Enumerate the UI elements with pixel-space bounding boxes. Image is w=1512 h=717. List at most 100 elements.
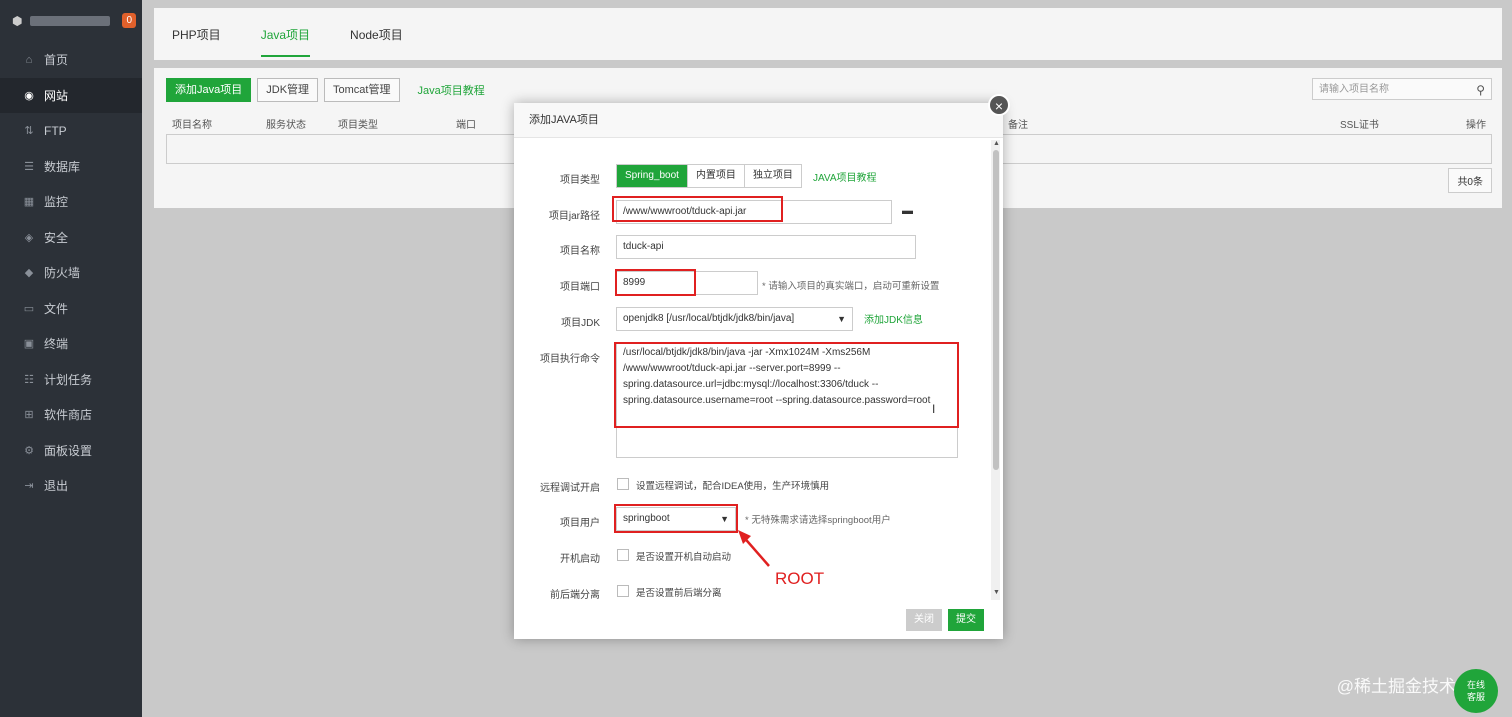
user-hint: * 无特殊需求请选择springboot用户 [745,515,891,526]
sidebar-item-globe[interactable]: ◉ 网站 [0,77,142,113]
sidebar-item-label: 监控 [44,195,69,210]
toolbar: 添加Java项目 JDK管理 Tomcat管理 Java项目教程 [166,78,485,102]
col-name: 项目名称 [172,120,212,131]
java-tutorial-link[interactable]: Java项目教程 [418,82,485,98]
folder-icon[interactable]: ▬ [902,205,913,217]
project-jdk-label: 项目JDK [561,318,600,329]
type-standalone-option[interactable]: 独立项目 [745,165,801,187]
project-port-label: 项目端口 [560,282,600,293]
remote-debug-text: 设置远程调试，配合IDEA使用，生产环境慎用 [636,481,830,492]
sidebar-item-monitor[interactable]: ▦ 监控 [0,184,142,220]
search-input[interactable]: 请输入项目名称 ⚲ [1312,78,1492,100]
sidebar-item-firewall[interactable]: ◆ 防火墙 [0,255,142,291]
annotation-arrow [738,530,770,567]
col-ssl: SSL证书 [1340,120,1379,131]
project-name-input[interactable]: tduck-api [616,235,916,259]
online-support-button[interactable]: 在线 客服 [1454,669,1498,713]
tab-java[interactable]: Java项目 [260,26,311,57]
java-project-tutorial-link[interactable]: JAVA项目教程 [813,169,877,184]
globe-icon: ◉ [24,89,34,102]
sidebar-header: ⬢ 0 [0,0,142,42]
home-icon: ⌂ [25,53,33,66]
server-hostname-blurred [30,16,111,26]
col-status: 服务状态 [266,120,306,131]
sidebar-item-database[interactable]: ☰ 数据库 [0,149,142,185]
auto-start-label: 开机启动 [560,554,600,565]
notification-badge[interactable]: 0 [122,13,136,28]
sidebar-item-label: 面板设置 [44,443,93,458]
command-label: 项目执行命令 [540,354,600,365]
tab-node[interactable]: Node项目 [350,26,403,43]
annotation-box-command [614,342,959,428]
text-cursor-icon: I [932,402,936,416]
close-icon[interactable]: × [988,94,1010,116]
sidebar-item-terminal[interactable]: ▣ 终端 [0,326,142,362]
task-icon: ☷ [24,373,34,386]
database-icon: ☰ [24,160,34,173]
jdk-select[interactable]: openjdk8 [/usr/local/btjdk/jdk8/bin/java… [616,307,853,331]
add-jdk-link[interactable]: 添加JDK信息 [864,311,923,326]
store-icon: ⊞ [24,409,34,422]
annotation-box-jar [612,196,783,222]
col-type: 项目类型 [338,120,378,131]
type-springboot-option[interactable]: Spring_boot [617,165,688,187]
support-line-2: 客服 [1466,692,1485,702]
firewall-icon: ◆ [24,267,34,280]
jdk-select-value: openjdk8 [/usr/local/btjdk/jdk8/bin/java… [623,313,795,324]
scroll-down-icon[interactable]: ▼ [993,589,1000,596]
annotation-box-user [614,504,738,533]
tomcat-manage-button[interactable]: Tomcat管理 [324,78,400,102]
auto-start-text: 是否设置开机自动启动 [636,552,732,563]
sidebar-item-shield[interactable]: ◈ 安全 [0,220,142,256]
jar-path-label: 项目jar路径 [548,211,600,222]
dialog-title: 添加JAVA项目 [514,103,1003,138]
sidebar-item-label: 退出 [44,479,69,494]
sidebar-item-task[interactable]: ☷ 计划任务 [0,362,142,398]
scroll-up-icon[interactable]: ▲ [993,140,1000,147]
terminal-icon: ▣ [23,338,35,351]
monitor-icon: ▦ [23,196,35,209]
sidebar-item-folder[interactable]: ▭ 文件 [0,291,142,327]
sidebar-item-store[interactable]: ⊞ 软件商店 [0,397,142,433]
annotation-box-port [615,269,696,296]
annotation-root-label: ROOT [775,569,825,588]
logout-icon: ⇥ [24,480,34,493]
sidebar-item-label: 首页 [44,53,69,68]
folder-icon: ▭ [23,302,35,315]
close-button[interactable]: 关闭 [906,609,942,631]
col-port: 端口 [456,120,476,131]
project-tabs: PHP项目 Java项目 Node项目 [154,8,1502,60]
sidebar: ⬢ 0 ⌂ 首页 ◉ 网站 ⇅ FTP ☰ 数据库 ▦ 监控 ◈ 安全 ◆ 防火墙 ▭ 文件 ▣ 终端 ☷ 计划任务 ⊞… [0,0,142,717]
project-type-label: 项目类型 [560,175,600,186]
support-line-1: 在线 [1466,680,1485,690]
remote-debug-checkbox[interactable] [617,478,629,490]
sidebar-item-label: FTP [44,123,67,138]
auto-start-checkbox[interactable] [617,549,629,561]
frontend-split-label: 前后端分离 [550,590,600,601]
sidebar-item-label: 防火墙 [44,266,81,281]
search-icon[interactable]: ⚲ [1476,79,1485,101]
sidebar-item-label: 软件商店 [44,408,93,423]
sidebar-item-logout[interactable]: ⇥ 退出 [0,468,142,504]
frontend-split-text: 是否设置前后端分离 [636,588,722,599]
sidebar-item-label: 计划任务 [44,372,93,387]
frontend-split-checkbox[interactable] [617,585,629,597]
settings-icon: ⚙ [24,444,34,457]
jdk-manage-button[interactable]: JDK管理 [257,78,319,102]
port-hint: * 请输入项目的真实端口，启动可重新设置 [762,281,940,292]
sidebar-item-settings[interactable]: ⚙ 面板设置 [0,433,142,469]
sidebar-item-ftp[interactable]: ⇅ FTP [0,113,142,149]
project-type-selector: Spring_boot 内置项目 独立项目 [616,164,802,188]
submit-button[interactable]: 提交 [948,609,984,631]
type-builtin-option[interactable]: 内置项目 [688,165,745,187]
add-java-project-button[interactable]: 添加Java项目 [166,78,252,102]
col-remark: 备注 [1008,120,1028,131]
sidebar-item-home[interactable]: ⌂ 首页 [0,42,142,78]
server-icon: ⬢ [12,14,23,28]
tab-php[interactable]: PHP项目 [172,26,221,43]
scrollbar-thumb[interactable] [993,150,999,470]
sidebar-item-label: 文件 [44,301,69,316]
chevron-down-icon: ▼ [837,314,846,324]
col-actions: 操作 [1466,120,1486,131]
remote-debug-label: 远程调试开启 [540,483,600,494]
